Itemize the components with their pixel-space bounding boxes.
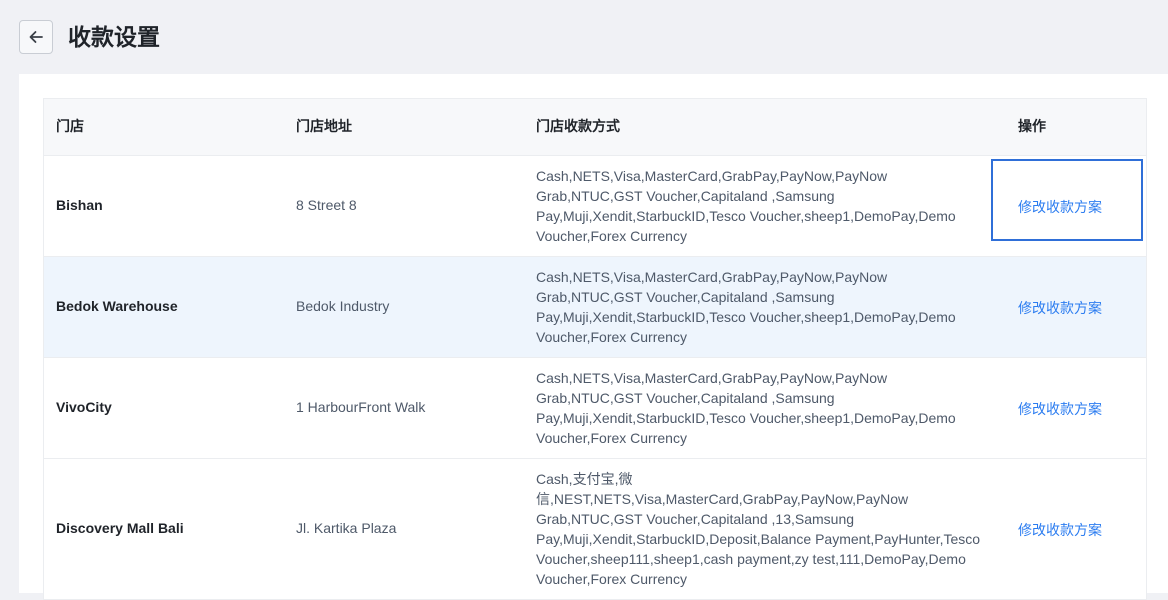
page-title: 收款设置	[68, 25, 160, 51]
store-name: Bishan	[56, 197, 103, 213]
payment-methods: Cash,NETS,Visa,MasterCard,GrabPay,PayNow…	[536, 370, 956, 446]
table-row: Discovery Mall Bali Jl. Kartika Plaza Ca…	[44, 459, 1146, 600]
edit-payment-plan-link[interactable]: 修改收款方案	[1018, 298, 1102, 318]
table-header: 门店 门店地址 门店收款方式 操作	[44, 99, 1146, 156]
store-name: Discovery Mall Bali	[56, 520, 184, 536]
table-row: VivoCity 1 HarbourFront Walk Cash,NETS,V…	[44, 358, 1146, 459]
payment-methods: Cash,支付宝,微信,NEST,NETS,Visa,MasterCard,Gr…	[536, 471, 981, 587]
store-name: Bedok Warehouse	[56, 298, 178, 314]
payment-methods: Cash,NETS,Visa,MasterCard,GrabPay,PayNow…	[536, 269, 956, 345]
column-header-address: 门店地址	[296, 119, 352, 135]
table-row: Bishan 8 Street 8 Cash,NETS,Visa,MasterC…	[44, 156, 1146, 257]
column-header-store: 门店	[56, 119, 84, 135]
edit-payment-plan-link[interactable]: 修改收款方案	[1018, 520, 1102, 540]
store-address: Bedok Industry	[296, 298, 390, 314]
column-header-actions: 操作	[1018, 119, 1046, 135]
content-card: 门店 门店地址 门店收款方式 操作 Bishan 8 Street 8 Cash…	[19, 74, 1168, 600]
page-header: 收款设置	[0, 0, 1168, 74]
store-address: 8 Street 8	[296, 197, 357, 213]
arrow-left-icon	[29, 31, 43, 43]
edit-payment-plan-link[interactable]: 修改收款方案	[1018, 197, 1102, 217]
store-name: VivoCity	[56, 399, 112, 415]
back-button[interactable]	[19, 20, 53, 54]
payment-settings-table: 门店 门店地址 门店收款方式 操作 Bishan 8 Street 8 Cash…	[43, 98, 1147, 600]
table-row: Bedok Warehouse Bedok Industry Cash,NETS…	[44, 257, 1146, 358]
column-header-payment-methods: 门店收款方式	[536, 119, 620, 135]
edit-payment-plan-link[interactable]: 修改收款方案	[1018, 399, 1102, 419]
payment-methods: Cash,NETS,Visa,MasterCard,GrabPay,PayNow…	[536, 168, 956, 244]
store-address: 1 HarbourFront Walk	[296, 399, 426, 415]
store-address: Jl. Kartika Plaza	[296, 520, 397, 536]
